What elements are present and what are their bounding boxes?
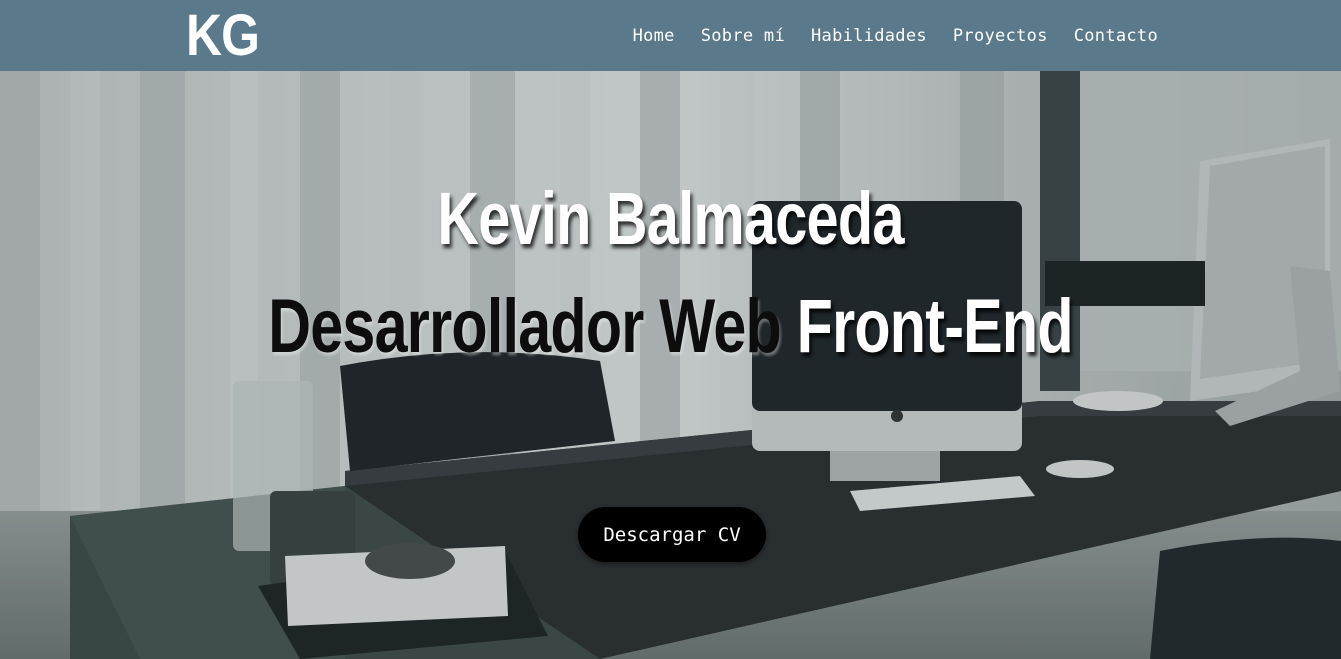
logo[interactable]: KG — [186, 3, 260, 69]
nav-link-home[interactable]: Home — [633, 26, 675, 46]
download-cv-button[interactable]: Descargar CV — [578, 507, 766, 562]
navbar: KG Home Sobre mí Habilidades Proyectos C… — [0, 0, 1341, 71]
nav-menu: Home Sobre mí Habilidades Proyectos Cont… — [633, 0, 1158, 71]
nav-link-proyectos[interactable]: Proyectos — [953, 26, 1048, 46]
hero-role-part2: Front-End — [796, 284, 1074, 369]
nav-link-sobre-mi[interactable]: Sobre mí — [701, 26, 785, 46]
nav-link-contacto[interactable]: Contacto — [1074, 26, 1158, 46]
hero-section: Kevin Balmaceda Desarrollador Web Front-… — [0, 71, 1341, 659]
hero-role: Desarrollador Web Front-End — [148, 279, 1194, 374]
nav-link-habilidades[interactable]: Habilidades — [811, 26, 927, 46]
hero-role-part1: Desarrollador Web — [268, 284, 782, 369]
hero-name: Kevin Balmaceda — [437, 177, 904, 260]
